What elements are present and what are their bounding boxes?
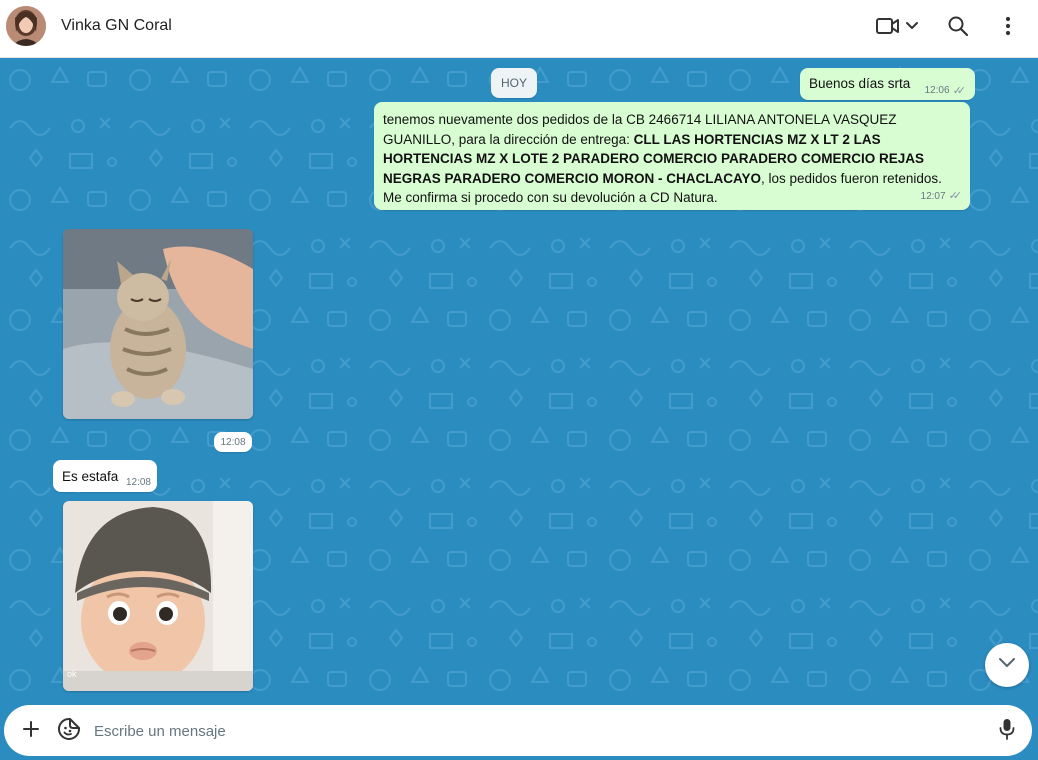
scroll-to-bottom-button[interactable] — [985, 643, 1029, 687]
composer-bar — [0, 703, 1038, 760]
chat-header: Vinka GN Coral — [0, 0, 1038, 58]
message-meta: 12:08 — [126, 477, 151, 488]
message-time: 12:07 — [920, 190, 946, 202]
sticker-button[interactable] — [56, 717, 82, 746]
image-overlay-text: ok — [67, 669, 77, 679]
avatar[interactable] — [6, 6, 46, 46]
search-button[interactable] — [944, 14, 972, 42]
message-bubble-outgoing[interactable]: tenemos nuevamente dos pedidos de la CB … — [374, 102, 970, 210]
kebab-menu-icon — [1005, 15, 1011, 42]
message-time: 12:06 — [924, 85, 950, 96]
plus-icon — [22, 720, 40, 743]
attach-button[interactable] — [18, 718, 44, 744]
message-time: 12:08 — [125, 477, 151, 488]
read-receipt-icon: ✓✓ — [948, 189, 963, 202]
menu-button[interactable] — [994, 14, 1022, 42]
message-input[interactable] — [94, 717, 974, 745]
read-receipt-icon: ✓✓ — [952, 85, 967, 97]
message-meta: 12:07 ✓✓ — [920, 187, 963, 207]
message-bubble-outgoing[interactable]: Buenos días srta 12:06 ✓✓ — [800, 68, 975, 100]
video-camera-icon — [873, 15, 921, 42]
message-text: Es estafa — [62, 469, 119, 484]
voice-message-button[interactable] — [994, 718, 1020, 744]
message-bubble-incoming[interactable]: Es estafa 12:08 — [53, 460, 157, 492]
image-message-baby[interactable]: ok — [63, 501, 253, 691]
image-message-kitten[interactable] — [63, 229, 253, 419]
video-call-button[interactable] — [872, 14, 922, 42]
chevron-down-icon — [998, 656, 1016, 674]
message-text: Buenos días srta — [809, 76, 911, 91]
message-meta: 12:06 ✓✓ — [924, 84, 967, 97]
day-separator: HOY — [491, 68, 537, 98]
contact-name[interactable]: Vinka GN Coral — [61, 17, 172, 35]
chat-area[interactable]: HOY Buenos días srta 12:06 ✓✓ tenemos nu… — [0, 58, 1038, 703]
composer — [4, 705, 1032, 756]
message-time: 12:08 — [214, 432, 252, 452]
message-text: tenemos nuevamente dos pedidos de la CB … — [383, 112, 942, 205]
sticker-icon — [57, 717, 81, 746]
search-icon — [947, 15, 969, 42]
microphone-icon — [999, 718, 1015, 745]
